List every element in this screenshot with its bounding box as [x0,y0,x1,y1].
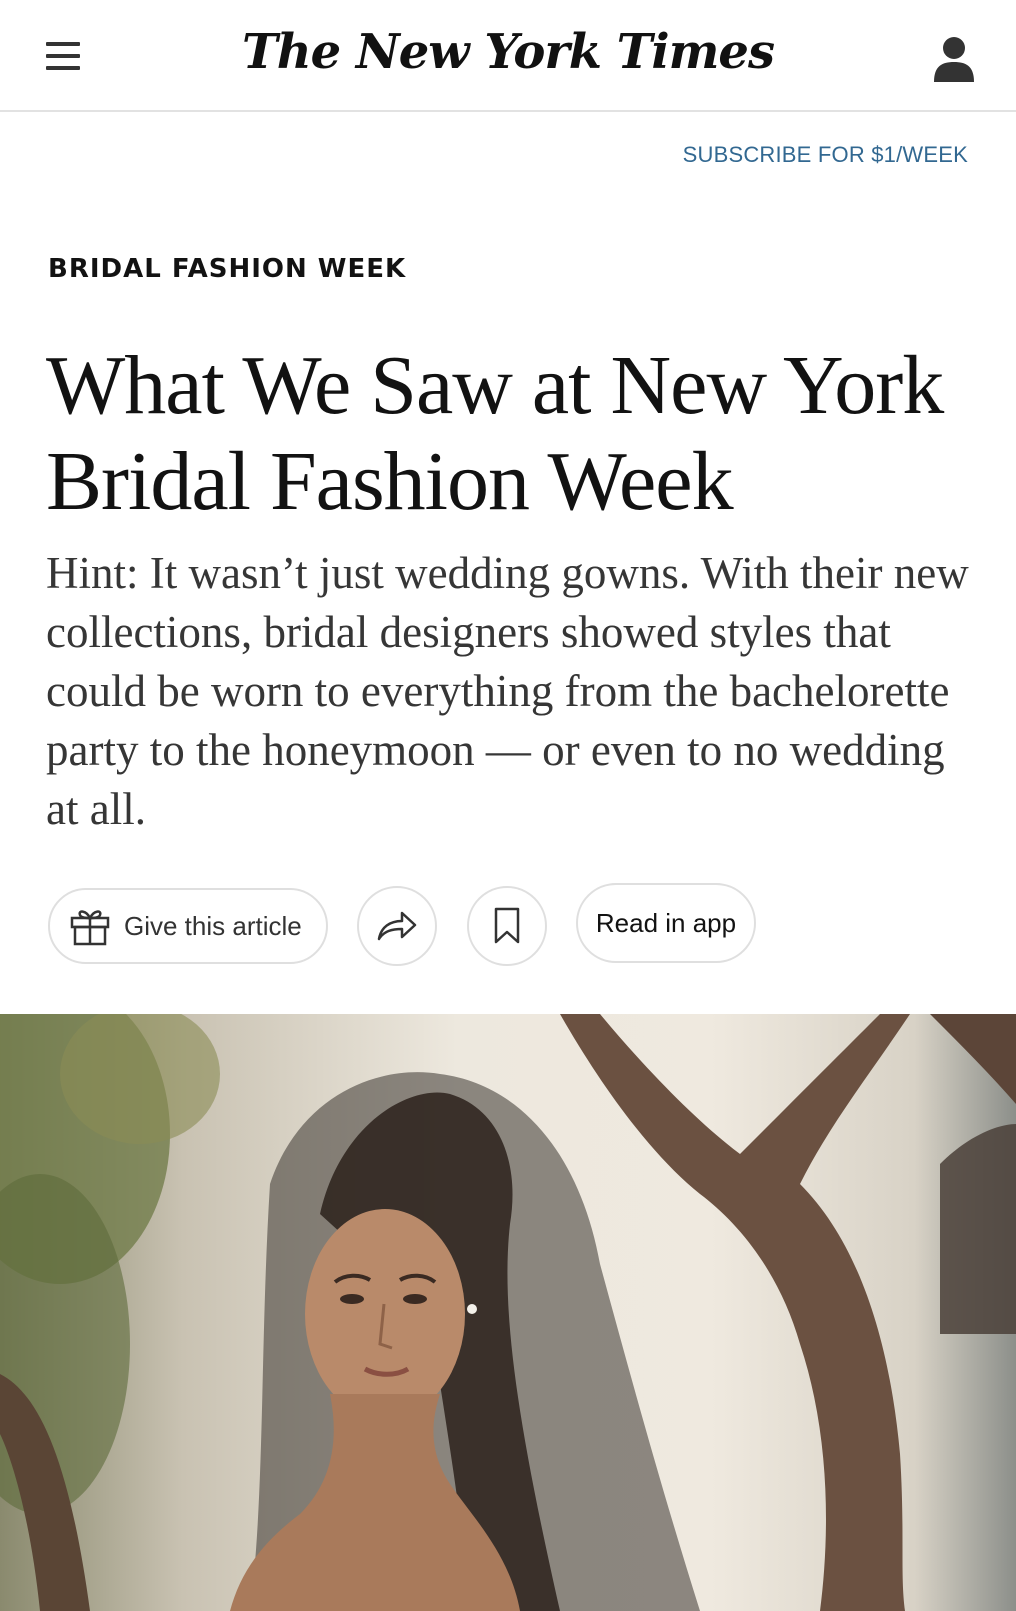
masthead: The New York Times [0,0,1016,112]
subscribe-link[interactable]: SUBSCRIBE FOR $1/WEEK [683,142,968,168]
article-page: The New York Times SUBSCRIBE FOR $1/WEEK… [0,0,1016,1611]
article-summary: Hint: It wasn’t just wedding gowns. With… [46,548,969,834]
hero-image[interactable] [0,1014,1016,1611]
read-in-app-label: Read in app [595,907,737,938]
bookmark-icon [494,907,520,944]
section-kicker[interactable]: BRIDAL FASHION WEEK [48,254,406,284]
account-icon[interactable] [932,34,976,84]
article-headline: What We Saw at New York Bridal Fashion W… [46,339,944,528]
save-button[interactable] [467,886,547,966]
give-article-label: Give this article [124,910,302,941]
read-in-app-button[interactable]: Read in app [576,883,756,963]
article-actions: Give this article Read in app [0,883,1016,966]
hero-photo-illustration [0,1014,1016,1611]
share-icon [377,911,417,941]
share-button[interactable] [357,886,437,966]
give-article-button[interactable]: Give this article [48,888,328,964]
gift-icon [70,910,110,946]
nyt-logo[interactable]: The New York Times [0,24,1016,80]
